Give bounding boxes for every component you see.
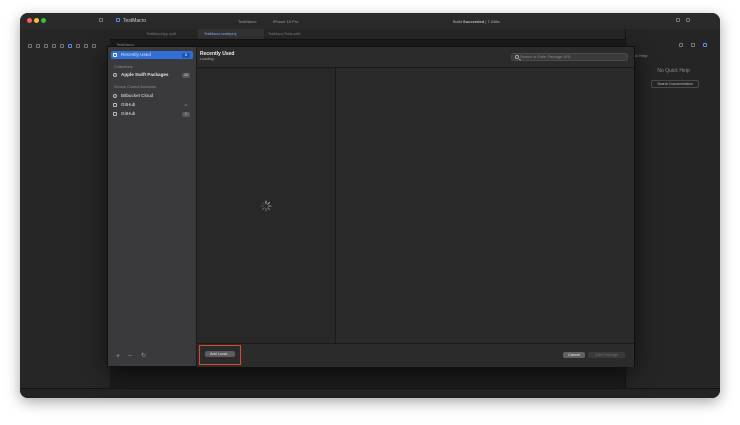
editor-tab-bar: TestMacroApp.swift TestMacro.xcodeproj T… — [110, 29, 625, 40]
project-title: TestMacro — [123, 18, 147, 24]
package-dialog: Recently Used 6 Collections Apple Swift … — [107, 46, 635, 367]
sidebar-item-bitbucket[interactable]: Bitbucket Cloud — [111, 92, 193, 100]
tab-tests-swift[interactable]: TestMacroTests.swift — [262, 29, 328, 39]
folder-icon[interactable] — [28, 44, 32, 48]
title-bar: TestMacro TestMacro iPhone 15 Pro Build … — [20, 13, 720, 30]
github-icon — [113, 112, 117, 116]
source-control-icon[interactable] — [36, 44, 40, 48]
inspector-panel: Quick Help No Quick Help Search Document… — [625, 29, 720, 398]
file-inspector-icon[interactable] — [679, 43, 683, 47]
sidebar-item-label: Apple Swift Packages — [121, 72, 169, 77]
package-search-field[interactable] — [511, 53, 628, 61]
add-package-button[interactable]: Add Package — [588, 352, 625, 358]
remove-source-button[interactable]: − — [128, 353, 132, 360]
debug-icon[interactable] — [76, 44, 80, 48]
sidebar-item-label: Recently Used — [121, 52, 151, 57]
bookmark-icon[interactable] — [44, 44, 48, 48]
history-icon[interactable] — [691, 43, 695, 47]
build-status-result: Succeeded — [463, 19, 485, 24]
project-icon — [116, 18, 120, 22]
count-badge: 6 — [182, 52, 190, 58]
navigator-panel: Filter — [20, 29, 111, 398]
package-detail — [336, 67, 634, 344]
sidebar-toggle-icon[interactable] — [99, 18, 103, 22]
close-window-button[interactable] — [27, 18, 32, 23]
refresh-button[interactable]: ↻ — [141, 353, 146, 360]
dialog-footer: Add Local... Cancel Add Package — [197, 343, 634, 367]
minimize-window-button[interactable] — [34, 18, 39, 23]
library-icon[interactable] — [686, 18, 690, 22]
clock-icon — [113, 53, 117, 57]
count-badge: 1 — [182, 111, 190, 117]
source-control-header: Source Control Accounts — [114, 85, 156, 89]
destination-selector[interactable]: iPhone 15 Pro — [273, 19, 298, 24]
find-icon[interactable] — [52, 44, 56, 48]
cancel-button[interactable]: Cancel — [563, 352, 585, 358]
loading-status: Loading... — [200, 57, 217, 61]
issue-icon[interactable] — [60, 44, 64, 48]
count-badge: 10 — [182, 72, 190, 78]
tab-app-swift[interactable]: TestMacroApp.swift — [140, 29, 201, 39]
report-icon[interactable] — [92, 44, 96, 48]
package-browser: Recently Used Loading... Search or Enter… — [197, 47, 634, 367]
quick-help-icon[interactable] — [703, 43, 707, 47]
sidebar-item-label: Bitbucket Cloud — [121, 93, 154, 98]
tab-project[interactable]: TestMacro.xcodeproj — [198, 29, 264, 39]
breakpoint-icon[interactable] — [84, 44, 88, 48]
github-icon — [113, 103, 117, 107]
sidebar-item-label: GitHub — [121, 111, 136, 116]
add-source-button[interactable]: + — [116, 353, 120, 360]
sidebar-item-github-2[interactable]: GitHub 1 — [111, 110, 193, 118]
apple-logo-icon — [113, 73, 117, 77]
sidebar-item-github[interactable]: GitHub ⚠ — [111, 101, 193, 109]
sidebar-item-label: GitHub — [121, 102, 136, 107]
add-local-button[interactable]: Add Local... — [205, 351, 235, 357]
package-search-input[interactable] — [520, 54, 620, 60]
status-bar — [20, 388, 720, 398]
add-icon[interactable] — [676, 18, 680, 22]
sidebar-item-apple-swift-packages[interactable]: Apple Swift Packages 10 — [111, 71, 193, 79]
scheme-selector[interactable]: TestMacro — [238, 19, 256, 24]
search-icon — [515, 55, 519, 59]
build-status: Build Succeeded | 7.246s — [453, 19, 499, 24]
collections-header: Collections — [114, 65, 133, 69]
package-list[interactable] — [197, 67, 336, 344]
bitbucket-icon — [113, 94, 117, 98]
loading-spinner-icon — [260, 200, 272, 212]
zoom-window-button[interactable] — [41, 18, 46, 23]
no-quick-help-text: No Quick Help — [657, 68, 690, 74]
package-sources-sidebar: Recently Used 6 Collections Apple Swift … — [108, 47, 197, 366]
build-status-prefix: Build — [453, 19, 462, 24]
test-icon[interactable] — [68, 44, 72, 48]
sidebar-item-recently-used[interactable]: Recently Used 6 — [111, 51, 193, 59]
build-status-time: | 7.246s — [485, 19, 500, 24]
search-documentation-button[interactable]: Search Documentation — [651, 80, 699, 88]
warning-icon: ⚠ — [184, 102, 188, 107]
